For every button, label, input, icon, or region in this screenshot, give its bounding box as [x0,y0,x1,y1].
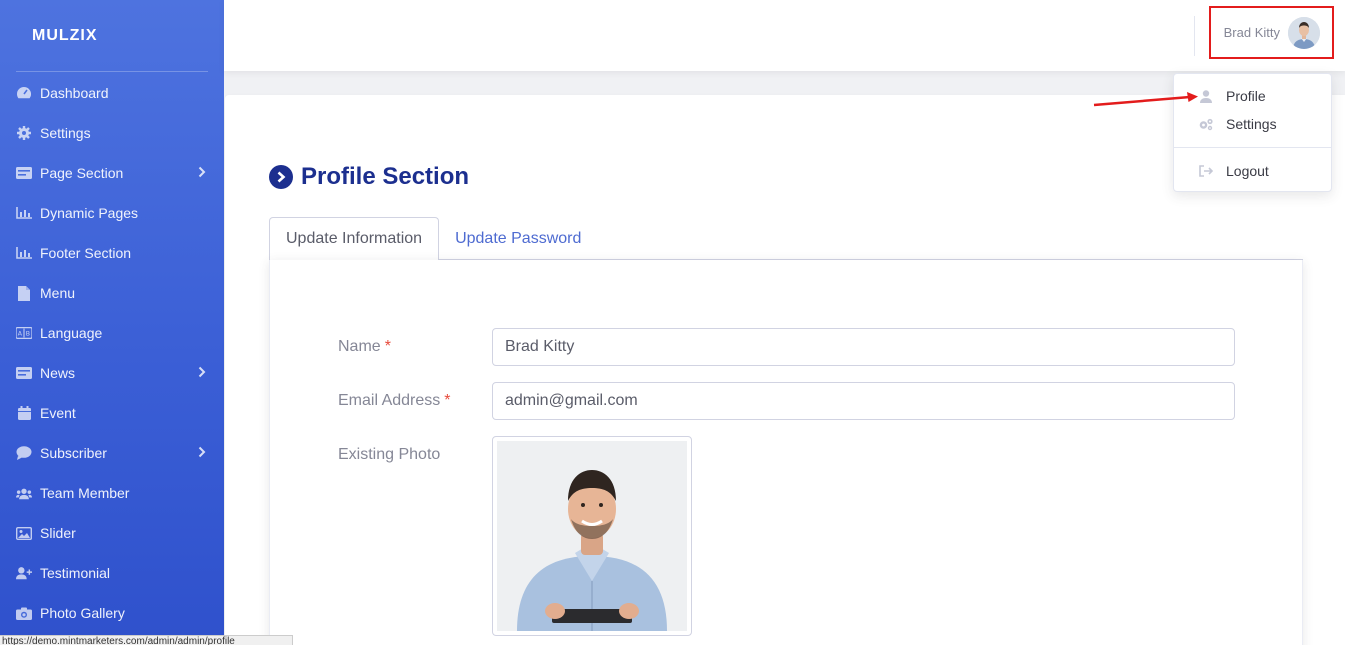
gear-icon [16,125,32,141]
sidebar-item-event[interactable]: Event [0,393,224,433]
sidebar-item-label: Slider [40,525,76,541]
calendar-icon [16,405,32,421]
name-input[interactable] [492,328,1235,366]
chevron-right-icon [198,445,206,461]
chevron-right-icon [198,365,206,381]
sidebar-item-news[interactable]: News [0,353,224,393]
annotation-arrow-icon [1093,92,1198,107]
sidebar-item-label: Language [40,325,103,341]
sidebar-item-label: Footer Section [40,245,132,261]
form-row-photo: Existing Photo [338,436,692,636]
dropdown-item-label: Settings [1226,116,1277,132]
email-label: Email Address * [338,392,451,409]
required-mark: * [444,392,451,409]
users-icon [16,485,32,501]
sidebar-item-settings[interactable]: Settings [0,113,224,153]
svg-text:A: A [18,331,23,338]
browser-status-url: https://demo.mintmarketers.com/admin/adm… [0,635,293,645]
page-title-text: Profile Section [301,163,470,190]
card-icon [16,165,32,181]
profile-tabs: Update Information Update Password [269,217,1303,261]
name-label: Name * [338,338,391,355]
image-icon [16,525,32,541]
sidebar-item-slider[interactable]: Slider [0,513,224,553]
dropdown-divider [1174,147,1331,148]
form-row-email: Email Address * [338,382,1235,420]
dropdown-item-settings[interactable]: Settings [1174,110,1331,138]
chevron-right-icon [198,165,206,181]
dropdown-item-label: Logout [1226,163,1269,179]
existing-photo-label: Existing Photo [338,446,441,463]
brand-logo[interactable]: MULZIX [0,0,224,71]
sidebar-item-team-member[interactable]: Team Member [0,473,224,513]
sidebar-item-label: Testimonial [40,565,111,581]
sidebar-item-label: Dynamic Pages [40,205,139,221]
form-row-name: Name * [338,328,1235,366]
camera-icon [16,605,32,621]
sidebar-item-label: Menu [40,285,76,301]
user-name: Brad Kitty [1223,25,1280,40]
existing-photo [492,436,692,636]
sidebar-item-footer-section[interactable]: Footer Section [0,233,224,273]
svg-text:B: B [26,331,30,338]
dropdown-item-label: Profile [1226,88,1266,104]
sidebar-item-label: Subscriber [40,445,107,461]
sidebar-item-subscriber[interactable]: Subscriber [0,433,224,473]
user-plus-icon [16,565,32,581]
sidebar-item-label: Photo Gallery [40,605,125,621]
tab-update-information[interactable]: Update Information [269,217,440,261]
dashboard-icon [16,85,32,101]
sidebar-item-label: Event [40,405,76,421]
user-menu-toggle[interactable]: Brad Kitty [1209,6,1334,59]
topbar-divider [1194,16,1195,56]
dropdown-item-logout[interactable]: Logout [1174,157,1331,185]
sidebar-nav: Dashboard Settings Page Section Dynamic … [0,72,224,633]
sidebar-item-label: Settings [40,125,91,141]
cogs-icon [1198,118,1214,131]
sidebar: MULZIX Dashboard Settings Page Section D… [0,0,224,645]
topbar: Brad Kitty [224,0,1345,71]
sign-out-icon [1198,165,1214,177]
sidebar-item-label: Team Member [40,485,130,501]
sidebar-item-language[interactable]: AB Language [0,313,224,353]
chart-icon [16,245,32,261]
sidebar-item-photo-gallery[interactable]: Photo Gallery [0,593,224,633]
required-mark: * [384,338,391,355]
tab-update-password[interactable]: Update Password [439,217,597,260]
sidebar-item-testimonial[interactable]: Testimonial [0,553,224,593]
sidebar-item-dynamic-pages[interactable]: Dynamic Pages [0,193,224,233]
comment-icon [16,445,32,461]
sidebar-item-label: Page Section [40,165,124,181]
sidebar-item-menu[interactable]: Menu [0,273,224,313]
sidebar-item-label: News [40,365,76,381]
email-input[interactable] [492,382,1235,420]
avatar [1288,16,1320,49]
file-icon [16,285,32,301]
card-icon [16,365,32,381]
chart-icon [16,205,32,221]
sidebar-item-dashboard[interactable]: Dashboard [0,73,224,113]
sidebar-item-page-section[interactable]: Page Section [0,153,224,193]
page-title: Profile Section [269,163,469,191]
chevron-circle-right-icon [269,165,293,189]
update-information-pane: Name* Email Address* Existing Photo [269,260,1303,645]
language-icon: AB [16,325,32,341]
sidebar-item-label: Dashboard [40,85,109,101]
